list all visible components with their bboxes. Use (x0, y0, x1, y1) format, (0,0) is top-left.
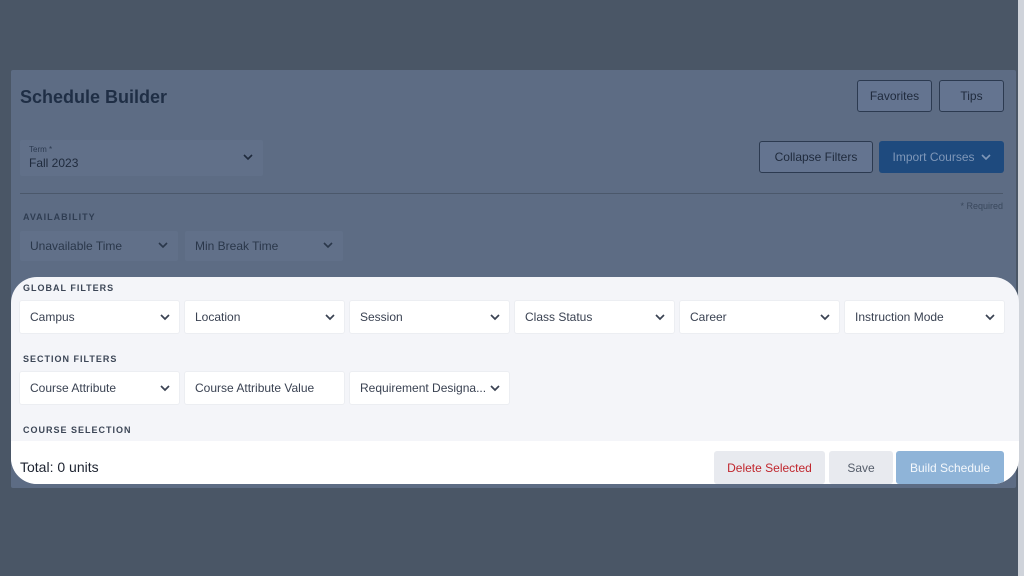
instruction-mode-select[interactable]: Instruction Mode (845, 301, 1004, 333)
chevron-down-icon (324, 311, 336, 323)
location-select[interactable]: Location (185, 301, 344, 333)
section-filters-heading: SECTION FILTERS (23, 354, 118, 364)
term-label: Term * (29, 145, 53, 154)
min-break-time-select[interactable]: Min Break Time (185, 231, 343, 261)
chevron-down-icon (984, 311, 996, 323)
import-courses-label: Import Courses (892, 150, 975, 164)
class-status-label: Class Status (525, 310, 593, 324)
chevron-down-icon (489, 311, 501, 323)
instruction-mode-label: Instruction Mode (855, 310, 944, 324)
chevron-down-icon (819, 311, 831, 323)
required-note: * Required (960, 201, 1003, 211)
favorites-button-label: Favorites (869, 89, 920, 103)
save-button[interactable]: Save (829, 451, 893, 484)
chevron-down-icon (158, 240, 168, 250)
chevron-down-icon (243, 152, 253, 162)
chevron-down-icon (980, 152, 991, 162)
unavailable-time-select[interactable]: Unavailable Time (20, 231, 178, 261)
course-attribute-value-input[interactable]: Course Attribute Value (185, 372, 344, 404)
total-units: Total: 0 units (20, 459, 99, 475)
course-attribute-label: Course Attribute (30, 381, 117, 395)
unavailable-time-label: Unavailable Time (30, 239, 123, 253)
window-edge (1018, 0, 1024, 576)
build-schedule-button[interactable]: Build Schedule (896, 451, 1004, 484)
highlighted-filters-region: GLOBAL FILTERS Campus Location Session C… (11, 277, 1019, 484)
session-select[interactable]: Session (350, 301, 509, 333)
course-selection-heading: COURSE SELECTION (23, 425, 132, 435)
chevron-down-icon (159, 311, 171, 323)
collapse-filters-label: Collapse Filters (774, 150, 858, 164)
course-attribute-value-placeholder: Course Attribute Value (195, 381, 315, 395)
term-value: Fall 2023 (29, 156, 79, 170)
location-label: Location (195, 310, 241, 324)
chevron-down-icon (489, 382, 501, 394)
requirement-designation-select[interactable]: Requirement Designa... (350, 372, 509, 404)
global-filters-heading: GLOBAL FILTERS (23, 283, 115, 293)
chevron-down-icon (323, 240, 333, 250)
class-status-select[interactable]: Class Status (515, 301, 674, 333)
collapse-filters-button[interactable]: Collapse Filters (759, 141, 873, 173)
requirement-designation-label: Requirement Designa... (360, 381, 487, 395)
delete-selected-button[interactable]: Delete Selected (714, 451, 825, 484)
tips-button-label: Tips (960, 89, 983, 103)
campus-label: Campus (30, 310, 75, 324)
chevron-down-icon (159, 382, 171, 394)
chevron-down-icon (654, 311, 666, 323)
divider (20, 193, 1003, 194)
term-select[interactable]: Term * Fall 2023 (20, 140, 263, 176)
tips-button[interactable]: Tips (939, 80, 1004, 112)
min-break-time-label: Min Break Time (195, 239, 279, 253)
career-label: Career (690, 310, 727, 324)
import-courses-button[interactable]: Import Courses (879, 141, 1004, 173)
delete-selected-label: Delete Selected (727, 460, 812, 475)
course-attribute-select[interactable]: Course Attribute (20, 372, 179, 404)
favorites-button[interactable]: Favorites (857, 80, 932, 112)
save-label: Save (847, 460, 875, 475)
session-label: Session (360, 310, 403, 324)
availability-heading: AVAILABILITY (23, 212, 96, 222)
build-schedule-label: Build Schedule (909, 460, 991, 475)
campus-select[interactable]: Campus (20, 301, 179, 333)
page-title: Schedule Builder (20, 87, 168, 107)
career-select[interactable]: Career (680, 301, 839, 333)
